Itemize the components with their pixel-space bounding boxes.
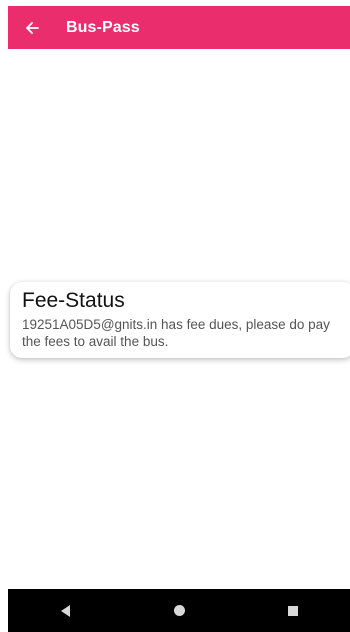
card-title: Fee-Status bbox=[22, 289, 125, 312]
nav-recents-button[interactable] bbox=[273, 591, 313, 631]
square-recents-icon bbox=[288, 605, 298, 616]
system-nav-bar bbox=[8, 589, 350, 632]
fee-status-card: Fee-Status 19251A05D5@gnits.in has fee d… bbox=[10, 282, 350, 358]
back-arrow-icon[interactable] bbox=[12, 6, 52, 49]
card-message: 19251A05D5@gnits.in has fee dues, please… bbox=[22, 317, 330, 349]
page-title: Bus-Pass bbox=[66, 18, 140, 36]
nav-back-button[interactable] bbox=[45, 591, 85, 631]
triangle-back-icon bbox=[60, 604, 70, 617]
circle-home-icon bbox=[173, 605, 185, 616]
screen: Bus-Pass Fee-Status 19251A05D5@gnits.in … bbox=[0, 0, 350, 632]
back-arrow-svg bbox=[26, 21, 39, 34]
nav-home-button[interactable] bbox=[159, 591, 199, 631]
app-bar: Bus-Pass bbox=[8, 6, 350, 49]
